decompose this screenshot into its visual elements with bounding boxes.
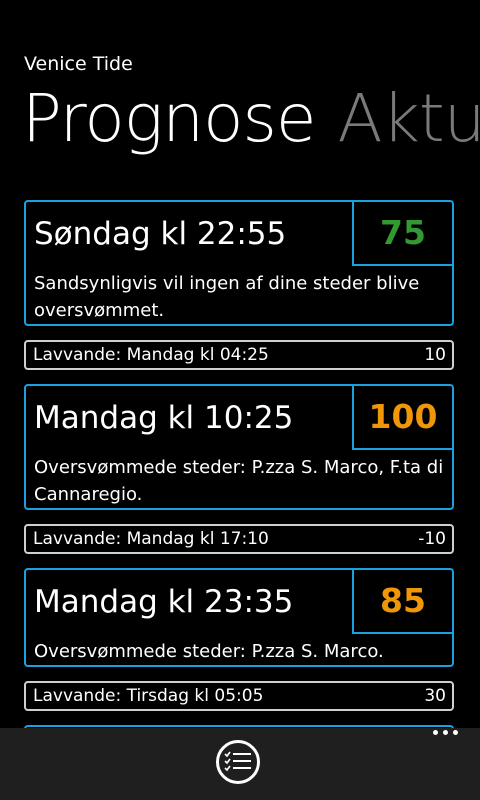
forecast-time: Mandag kl 10:25 [34, 400, 294, 436]
forecast-level: 75 [352, 202, 452, 266]
list-button[interactable] [216, 740, 260, 784]
low-tide-value: 10 [424, 345, 446, 365]
low-tide-value: 30 [424, 686, 446, 706]
forecast-level: 100 [352, 386, 452, 450]
more-dots-icon[interactable] [433, 730, 458, 735]
forecast-card[interactable]: Mandag kl 10:25 100 Oversvømmede steder:… [24, 384, 454, 510]
forecast-description: Oversvømmede steder: P.zza S. Marco. [34, 641, 384, 662]
forecast-card[interactable]: Søndag kl 22:55 75 Sandsynligvis vil ing… [24, 200, 454, 326]
low-tide-label: Lavvande: Tirsdag kl 05:05 [33, 686, 264, 706]
pivot-item-prognose[interactable]: Prognose [22, 80, 317, 157]
tide-list: Søndag kl 22:55 75 Sandsynligvis vil ing… [24, 200, 454, 745]
app-title: Venice Tide [24, 53, 133, 75]
low-tide-row[interactable]: Lavvande: Tirsdag kl 05:05 30 [24, 681, 454, 711]
pivot-item-aktuel[interactable]: Aktu [338, 80, 480, 157]
low-tide-row[interactable]: Lavvande: Mandag kl 17:10 -10 [24, 524, 454, 554]
low-tide-row[interactable]: Lavvande: Mandag kl 04:25 10 [24, 340, 454, 370]
low-tide-value: -10 [418, 529, 446, 549]
forecast-level: 85 [352, 570, 452, 634]
app-bar [0, 728, 480, 800]
forecast-time: Søndag kl 22:55 [34, 216, 287, 252]
forecast-description: Oversvømmede steder: P.zza S. Marco, F.t… [34, 457, 444, 505]
pivot-header: Prognose Aktu [22, 80, 480, 157]
forecast-description: Sandsynligvis vil ingen af dine steder b… [34, 273, 420, 321]
forecast-time: Mandag kl 23:35 [34, 584, 294, 620]
list-check-icon [224, 751, 251, 772]
low-tide-label: Lavvande: Mandag kl 17:10 [33, 529, 269, 549]
forecast-card[interactable]: Mandag kl 23:35 85 Oversvømmede steder: … [24, 568, 454, 667]
low-tide-label: Lavvande: Mandag kl 04:25 [33, 345, 269, 365]
